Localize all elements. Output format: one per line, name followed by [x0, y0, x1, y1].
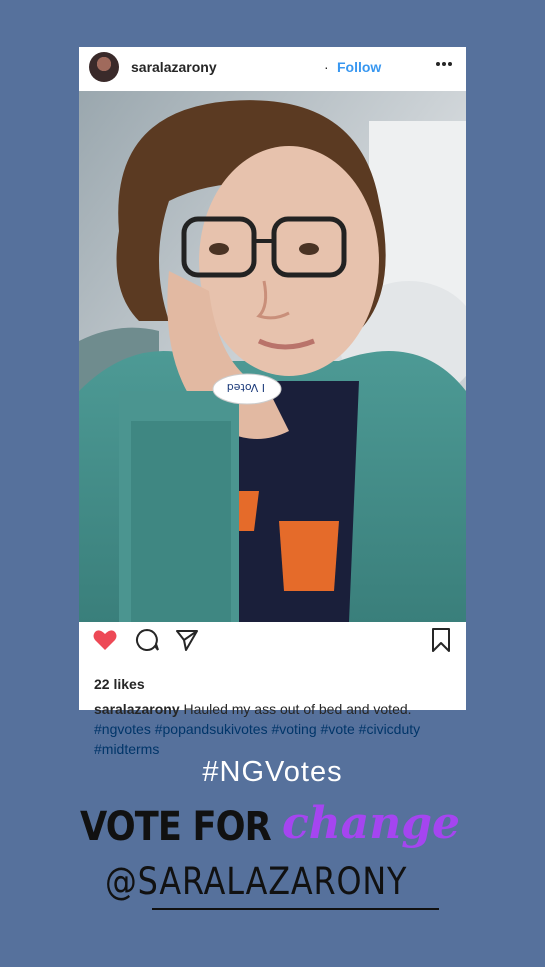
like-count[interactable]: 22 likes	[94, 676, 145, 692]
svg-text:I Voted: I Voted	[227, 381, 265, 394]
heart-icon[interactable]	[92, 627, 118, 653]
hashtag-link[interactable]: #voting	[271, 721, 316, 737]
post-actions	[79, 627, 466, 657]
comment-icon[interactable]	[134, 627, 160, 653]
hashtag-link[interactable]: #ngvotes	[94, 721, 151, 737]
selfie-illustration: I Voted	[79, 91, 466, 622]
post-header: saralazarony · Follow	[79, 47, 466, 87]
change-text: change	[282, 798, 461, 849]
share-icon[interactable]	[174, 627, 200, 653]
post-photo[interactable]: I Voted	[79, 91, 466, 622]
bookmark-icon[interactable]	[428, 627, 454, 653]
post-caption: saralazarony Hauled my ass out of bed an…	[94, 699, 454, 759]
hashtag-link[interactable]: #popandsukivotes	[155, 721, 268, 737]
caption-text: Hauled my ass out of bed and voted.	[179, 701, 412, 717]
avatar[interactable]	[89, 52, 119, 82]
post-username[interactable]: saralazarony	[131, 59, 217, 75]
hashtag-link[interactable]: #civicduty	[359, 721, 420, 737]
hashtag-link[interactable]: #midterms	[94, 741, 159, 757]
story-handle[interactable]: @SARALAZARONY	[105, 860, 407, 903]
more-dots-icon[interactable]	[433, 53, 455, 75]
story-hashtag: #NGVotes	[202, 756, 343, 788]
follow-button[interactable]: Follow	[337, 59, 381, 75]
vote-for-text: VOTE FOR	[80, 804, 272, 850]
separator-dot: ·	[324, 59, 329, 75]
hashtag-link[interactable]: #vote	[321, 721, 355, 737]
instagram-post-card: saralazarony · Follow I Voted 22 likes s…	[79, 47, 466, 757]
handle-underline	[152, 908, 439, 910]
caption-username[interactable]: saralazarony	[94, 701, 180, 717]
